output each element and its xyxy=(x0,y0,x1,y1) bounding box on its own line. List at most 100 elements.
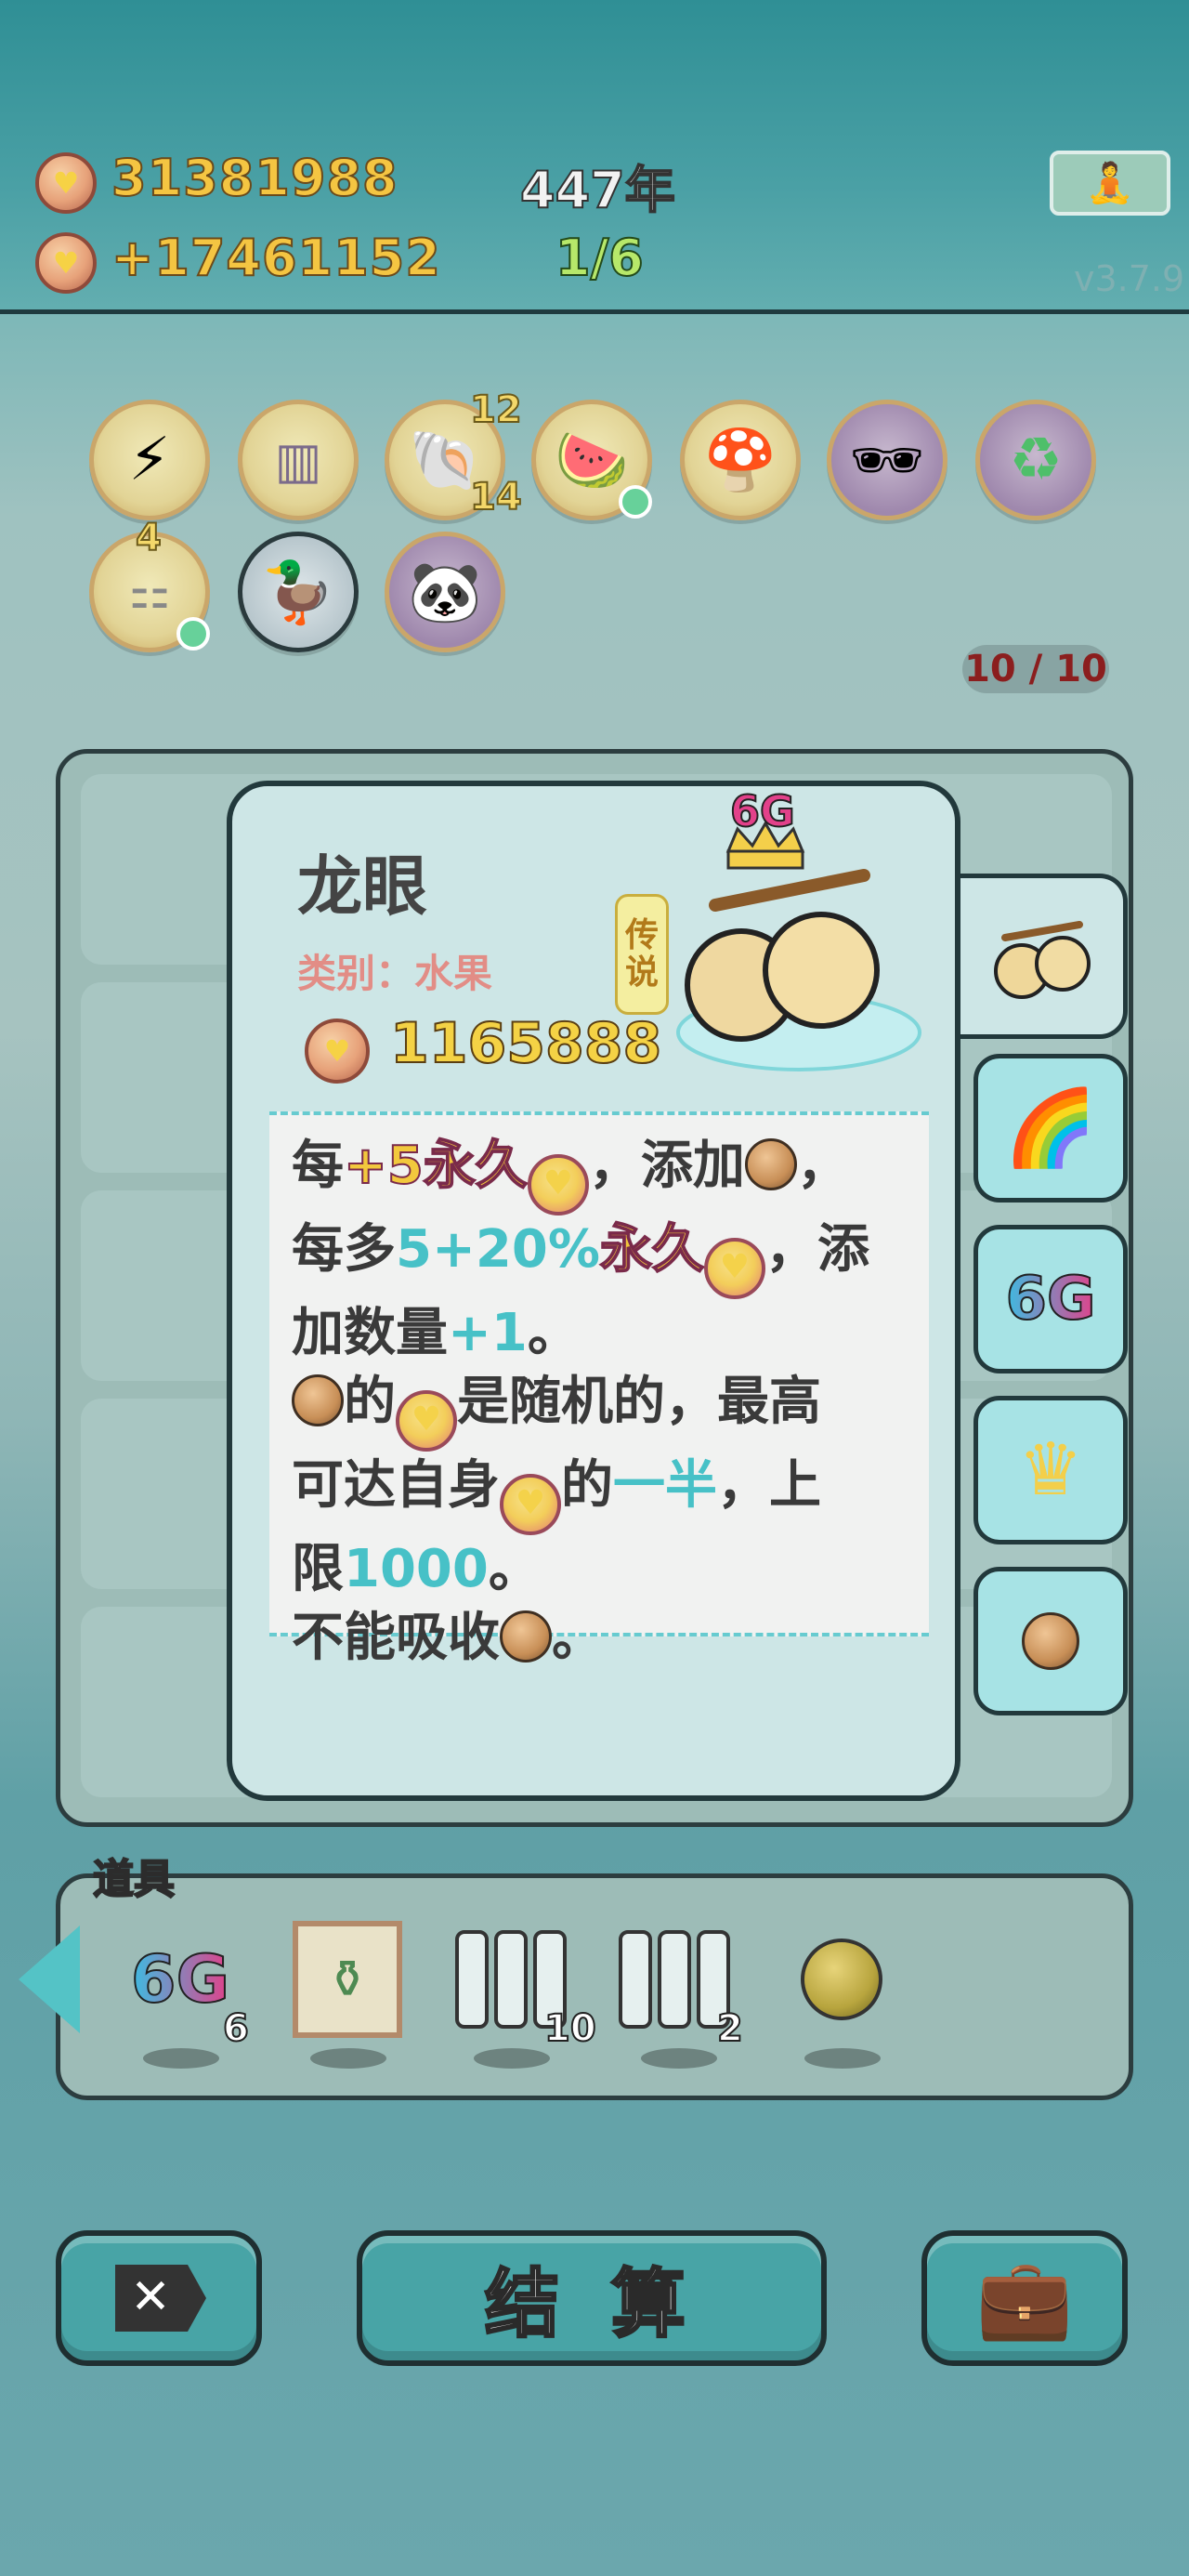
relic-pot-duck[interactable]: 🦆 xyxy=(238,532,359,652)
desc-text: 每 xyxy=(292,1136,344,1196)
tab-nut[interactable] xyxy=(973,1567,1128,1715)
desc-text: ，添加 xyxy=(588,1136,745,1196)
item-price: 1165888 xyxy=(389,1010,662,1077)
desc-highlight: 1000 xyxy=(344,1539,489,1599)
tube xyxy=(619,1930,652,2029)
tab-longan[interactable] xyxy=(960,874,1128,1039)
tubes-empty-icon xyxy=(616,1930,733,2029)
nut-icon xyxy=(1022,1612,1079,1670)
price-coin-icon: ♥ xyxy=(305,1019,370,1084)
relic-skirt[interactable]: ▥ xyxy=(238,400,359,520)
relic-ready-dot xyxy=(176,617,210,651)
relic-longan-mask[interactable]: 🕶 xyxy=(827,400,947,520)
prop-shadow xyxy=(641,2048,717,2069)
6g-icon: 6G xyxy=(130,1940,230,2018)
desc-text: 。 xyxy=(527,1303,580,1363)
crown-icon: ♛ xyxy=(1018,1428,1083,1512)
meditate-icon: 🧘 xyxy=(1085,160,1135,205)
year-counter: 447年 xyxy=(519,160,676,220)
income-coin-icon: ♥ xyxy=(35,232,97,294)
lightning-icon: ⚡ xyxy=(128,426,171,494)
desc-text: 限 xyxy=(292,1539,344,1599)
item-category: 类别：水果 xyxy=(297,951,493,996)
shell-badge-top: 12 xyxy=(469,388,523,432)
desc-text: 加数量 xyxy=(292,1303,448,1363)
spin-counter: 1/6 xyxy=(555,228,645,288)
coin-total: 31381988 xyxy=(111,148,399,208)
relic-recycle[interactable]: ♻ xyxy=(975,400,1096,520)
rainbow-icon: 🌈 xyxy=(1004,1084,1097,1171)
relic-ready-dot xyxy=(619,485,652,519)
tube xyxy=(494,1930,528,2029)
desc-text: 可达自身 xyxy=(292,1455,500,1516)
prop-vase[interactable]: ⚱ xyxy=(282,1914,412,2044)
meditate-button[interactable]: 🧘 xyxy=(1050,151,1170,216)
prop-shadow xyxy=(804,2048,881,2069)
skirt-icon: ▥ xyxy=(274,430,322,490)
coin-icon: ♥ xyxy=(703,1238,765,1299)
desc-text: 的 xyxy=(561,1455,613,1516)
desc-text: 每多 xyxy=(292,1219,396,1280)
desc-highlight: +5永久 xyxy=(343,1135,529,1197)
props-prev-arrow[interactable] xyxy=(19,1925,80,2033)
tube xyxy=(658,1930,691,2029)
briefcase-icon: 💼 xyxy=(975,2252,1074,2344)
settle-button[interactable]: 结 算 xyxy=(357,2230,827,2366)
tab-rainbow[interactable]: 🌈 xyxy=(973,1054,1128,1203)
fruit-basket-icon: 🍉 xyxy=(555,426,629,495)
svg-text:✕: ✕ xyxy=(130,2269,171,2325)
coin-icon: ♥ xyxy=(396,1390,457,1452)
relic-lightning[interactable]: ⚡ xyxy=(89,400,210,520)
delete-icon: ✕ xyxy=(115,2265,206,2332)
prop-shadow xyxy=(474,2048,550,2069)
desc-highlight: 永久 xyxy=(599,1218,705,1281)
mushroom-icon: 🍄 xyxy=(703,426,777,495)
delete-button[interactable]: ✕ xyxy=(56,2230,262,2366)
tab-6g[interactable]: 6G xyxy=(973,1225,1128,1373)
panda-icon: 🐼 xyxy=(408,558,482,627)
desc-text: 的 xyxy=(344,1372,396,1432)
coin-income: +17461152 xyxy=(111,228,441,288)
rarity-char: 传 xyxy=(624,916,659,955)
desc-highlight: 5+20% xyxy=(396,1219,600,1280)
desc-text: ，上 xyxy=(717,1455,821,1516)
tab-crown[interactable]: ♛ xyxy=(973,1396,1128,1544)
rarity-char: 说 xyxy=(624,953,659,992)
egg-tray-icon: ⚏ xyxy=(128,565,171,619)
tube xyxy=(455,1930,489,2029)
relic-mushroom[interactable]: 🍄 xyxy=(680,400,801,520)
coin-icon: ♥ xyxy=(35,152,97,214)
vase-icon: ⚱ xyxy=(293,1921,402,2038)
desc-text: 是随机的，最高 xyxy=(457,1372,821,1432)
longan-art: 6G xyxy=(669,785,938,1084)
bag-button[interactable]: 💼 xyxy=(921,2230,1128,2366)
prop-shadow xyxy=(143,2048,219,2069)
desc-text: ，添 xyxy=(764,1219,869,1280)
item-title: 龙眼 xyxy=(297,848,427,925)
coin-icon: ♥ xyxy=(527,1154,589,1216)
6g-icon: 6G xyxy=(1004,1264,1096,1334)
prop-orb[interactable] xyxy=(777,1914,907,2044)
prop-count: 10 xyxy=(543,2006,597,2051)
item-info-card: 龙眼 类别：水果 ♥ 1165888 传 说 6G 每+5永久 ♥ ，添加， 每多5… xyxy=(227,781,960,1801)
desc-text: 不能吸收 xyxy=(292,1608,500,1668)
settle-label: 结 算 xyxy=(484,2260,699,2349)
longan-icon xyxy=(744,1138,797,1190)
rarity-tag: 传 说 xyxy=(615,894,669,1015)
longan-illustration xyxy=(676,821,921,1071)
crown-label: 6G xyxy=(729,785,796,837)
desc-text: 。 xyxy=(552,1608,604,1668)
desc-highlight: +1 xyxy=(448,1303,528,1363)
desc-highlight: 一半 xyxy=(613,1455,717,1516)
longan-icon xyxy=(993,921,1091,999)
recycle-icon: ♻ xyxy=(1009,426,1063,494)
relic-panda[interactable]: 🐼 xyxy=(385,532,505,652)
prop-count: 6 xyxy=(222,2006,250,2051)
pot-duck-icon: 🦆 xyxy=(261,558,335,627)
item-description: 每+5永久 ♥ ，添加， 每多5+20%永久 ♥ ，添 加数量+1。 的 ♥ 是随机的，最高… xyxy=(269,1111,929,1668)
desc-text: ， xyxy=(796,1136,849,1196)
version-label: v3.7.9 xyxy=(1074,258,1185,299)
orb-icon xyxy=(801,1939,882,2020)
prop-shadow xyxy=(310,2048,386,2069)
coin-icon: ♥ xyxy=(500,1474,561,1535)
